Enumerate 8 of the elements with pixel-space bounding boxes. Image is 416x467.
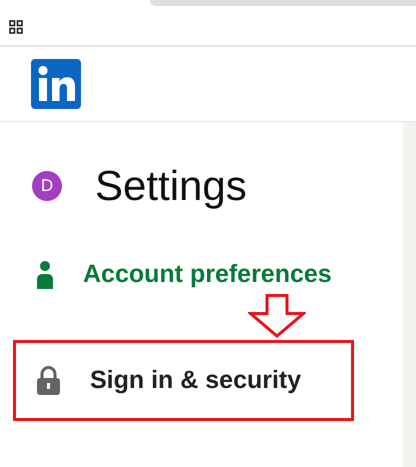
logo-icon[interactable] <box>31 59 81 109</box>
menu-link[interactable]: Sign in & security <box>16 366 302 395</box>
apps-grid-icon[interactable] <box>9 20 23 34</box>
person-icon <box>37 260 53 288</box>
menu-link[interactable]: Account preferences <box>13 260 348 289</box>
page-title: Settings <box>95 162 247 210</box>
avatar: D <box>32 171 62 201</box>
lock-icon <box>37 366 60 395</box>
